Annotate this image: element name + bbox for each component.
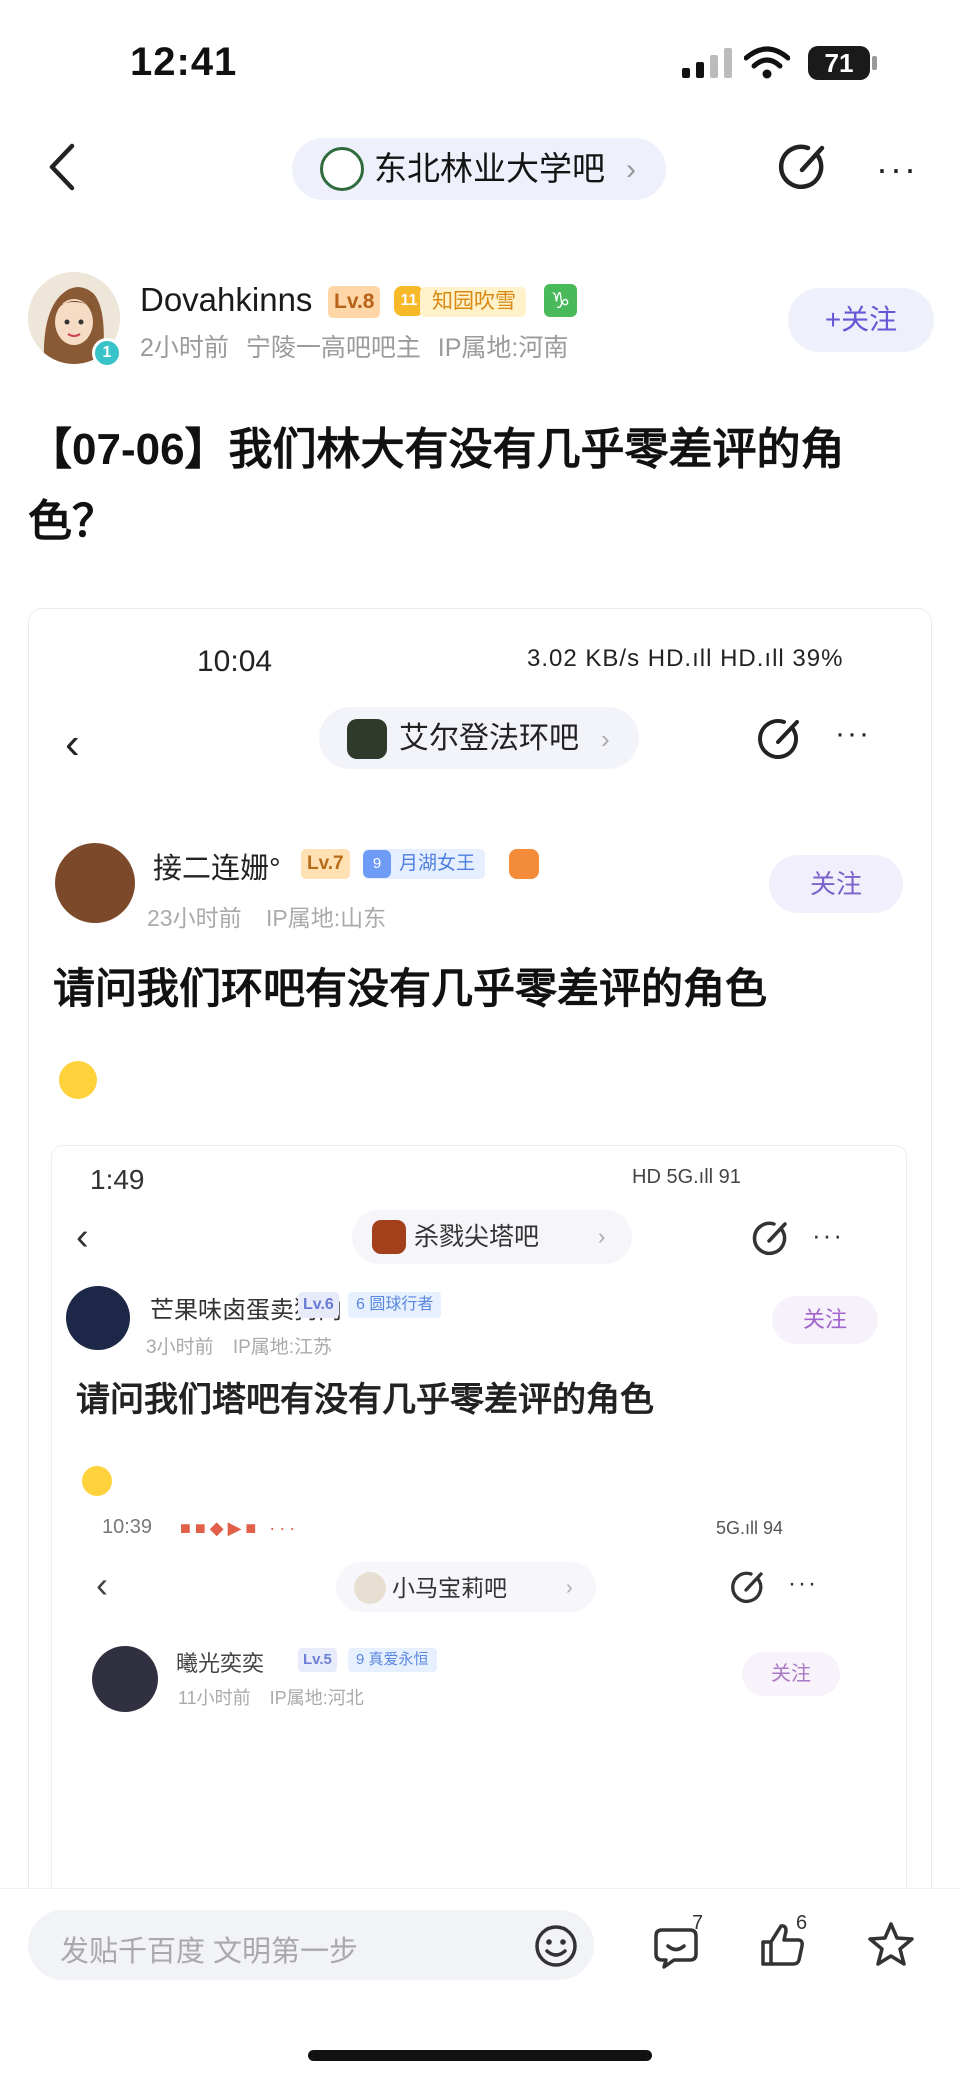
s3-avatar	[92, 1646, 158, 1712]
s3-edit-icon	[731, 1571, 763, 1603]
comment-count: 7	[692, 1912, 704, 1934]
emoji-icon[interactable]	[534, 1924, 578, 1968]
follow-button[interactable]: +关注	[788, 288, 934, 352]
s2-follow-button: 关注	[772, 1296, 878, 1344]
s2-post-title: 请问我们塔吧有没有几乎零差评的角色	[76, 1381, 654, 1419]
s3-author-name: 曦光奕奕	[176, 1651, 265, 1676]
s2-chevron-icon: ›	[598, 1224, 606, 1249]
battery-indicator: 71	[808, 46, 870, 80]
post-title: 【07-06】我们林大有没有几乎零差评的角色？	[28, 425, 845, 546]
s1-level-badge: Lv.7	[301, 849, 350, 879]
s2-title-badge: 6 圆球行者	[348, 1292, 442, 1318]
s3-chevron-icon: ›	[566, 1577, 573, 1599]
more-icon[interactable]: ···	[876, 148, 924, 189]
s3-app-icons: ■■◆▶■ ···	[180, 1518, 300, 1538]
s1-gamepad-icon	[509, 849, 539, 879]
star-icon[interactable]	[866, 1920, 916, 1970]
s1-status-icons: 3.02 KB/s HD.ıll HD.ıll 39%	[527, 645, 844, 672]
s2-status-time: 1:49	[90, 1164, 145, 1195]
s3-forum-name: 小马宝莉吧	[392, 1575, 507, 1601]
like-count: 6	[796, 1912, 808, 1934]
s1-title-badge-num: 9	[363, 850, 391, 878]
title-badge: 知园吹雪	[420, 287, 526, 317]
signal-icon	[682, 48, 732, 78]
home-indicator	[308, 2050, 652, 2061]
forum-name[interactable]: 东北林业大学吧	[374, 147, 605, 191]
back-icon[interactable]	[44, 142, 78, 192]
s1-avatar	[55, 843, 135, 923]
s2-level-badge: Lv.6	[298, 1292, 339, 1318]
s1-more-icon: ···	[835, 717, 871, 750]
s1-smile-emoji-icon	[59, 1061, 97, 1099]
author-name[interactable]: Dovahkinns	[140, 280, 312, 320]
level-badge: Lv.8	[328, 286, 381, 318]
s3-title-badge: 9 真爱永恒	[348, 1648, 437, 1672]
s1-author-meta: 23小时前 IP属地:山东	[147, 905, 387, 931]
battery-tip	[872, 56, 877, 70]
s2-edit-icon	[752, 1221, 787, 1256]
s1-edit-icon	[758, 719, 799, 759]
s1-post-title: 请问我们环吧有没有几乎零差评的角色	[53, 965, 768, 1012]
s3-more-icon: ···	[788, 1570, 818, 1597]
zodiac-icon: ♑	[544, 284, 577, 317]
forum-logo	[320, 147, 364, 191]
s1-status-time: 10:04	[197, 645, 273, 678]
s1-forum-logo	[347, 719, 387, 759]
wifi-icon	[744, 46, 790, 79]
s3-forum-logo	[354, 1572, 386, 1604]
s1-follow-button: 关注	[769, 855, 903, 913]
s1-forum-name: 艾尔登法环吧	[399, 722, 579, 755]
edit-icon[interactable]	[778, 142, 830, 194]
s3-status-time: 10:39	[102, 1516, 153, 1538]
s3-author-meta: 11小时前 IP属地:河北	[178, 1688, 364, 1708]
s2-avatar	[66, 1286, 130, 1350]
s2-author-meta: 3小时前 IP属地:江苏	[146, 1337, 333, 1358]
s2-forum-name: 杀戮尖塔吧	[414, 1223, 540, 1251]
s3-status-icons: 5G.ıll 94	[716, 1518, 784, 1538]
s3-level-badge: Lv.5	[298, 1648, 337, 1672]
s2-smile-emoji-icon	[82, 1466, 112, 1496]
chevron-right-icon: ›	[626, 153, 636, 186]
post-image[interactable]: 10:04 3.02 KB/s HD.ıll HD.ıll 39% ‹ 艾尔登法…	[28, 608, 932, 2038]
status-time: 12:41	[130, 40, 238, 84]
s2-back-icon: ‹	[76, 1216, 89, 1258]
s2-status-icons: HD 5G.ıll 91	[632, 1166, 741, 1188]
s3-back-icon: ‹	[96, 1564, 108, 1605]
reply-input-placeholder[interactable]: 发贴千百度 文明第一步	[60, 1928, 358, 1970]
s1-chevron-icon: ›	[601, 724, 610, 754]
s2-more-icon: ···	[812, 1220, 844, 1250]
avatar-level-badge: 1	[92, 338, 122, 368]
author-meta: 2小时前 宁陵一高吧吧主 IP属地:河南	[140, 334, 569, 362]
s3-follow-button: 关注	[742, 1652, 840, 1696]
s2-forum-logo	[372, 1220, 406, 1254]
s1-back-icon: ‹	[65, 719, 80, 768]
s1-author-name: 接二连姗°	[153, 853, 281, 885]
